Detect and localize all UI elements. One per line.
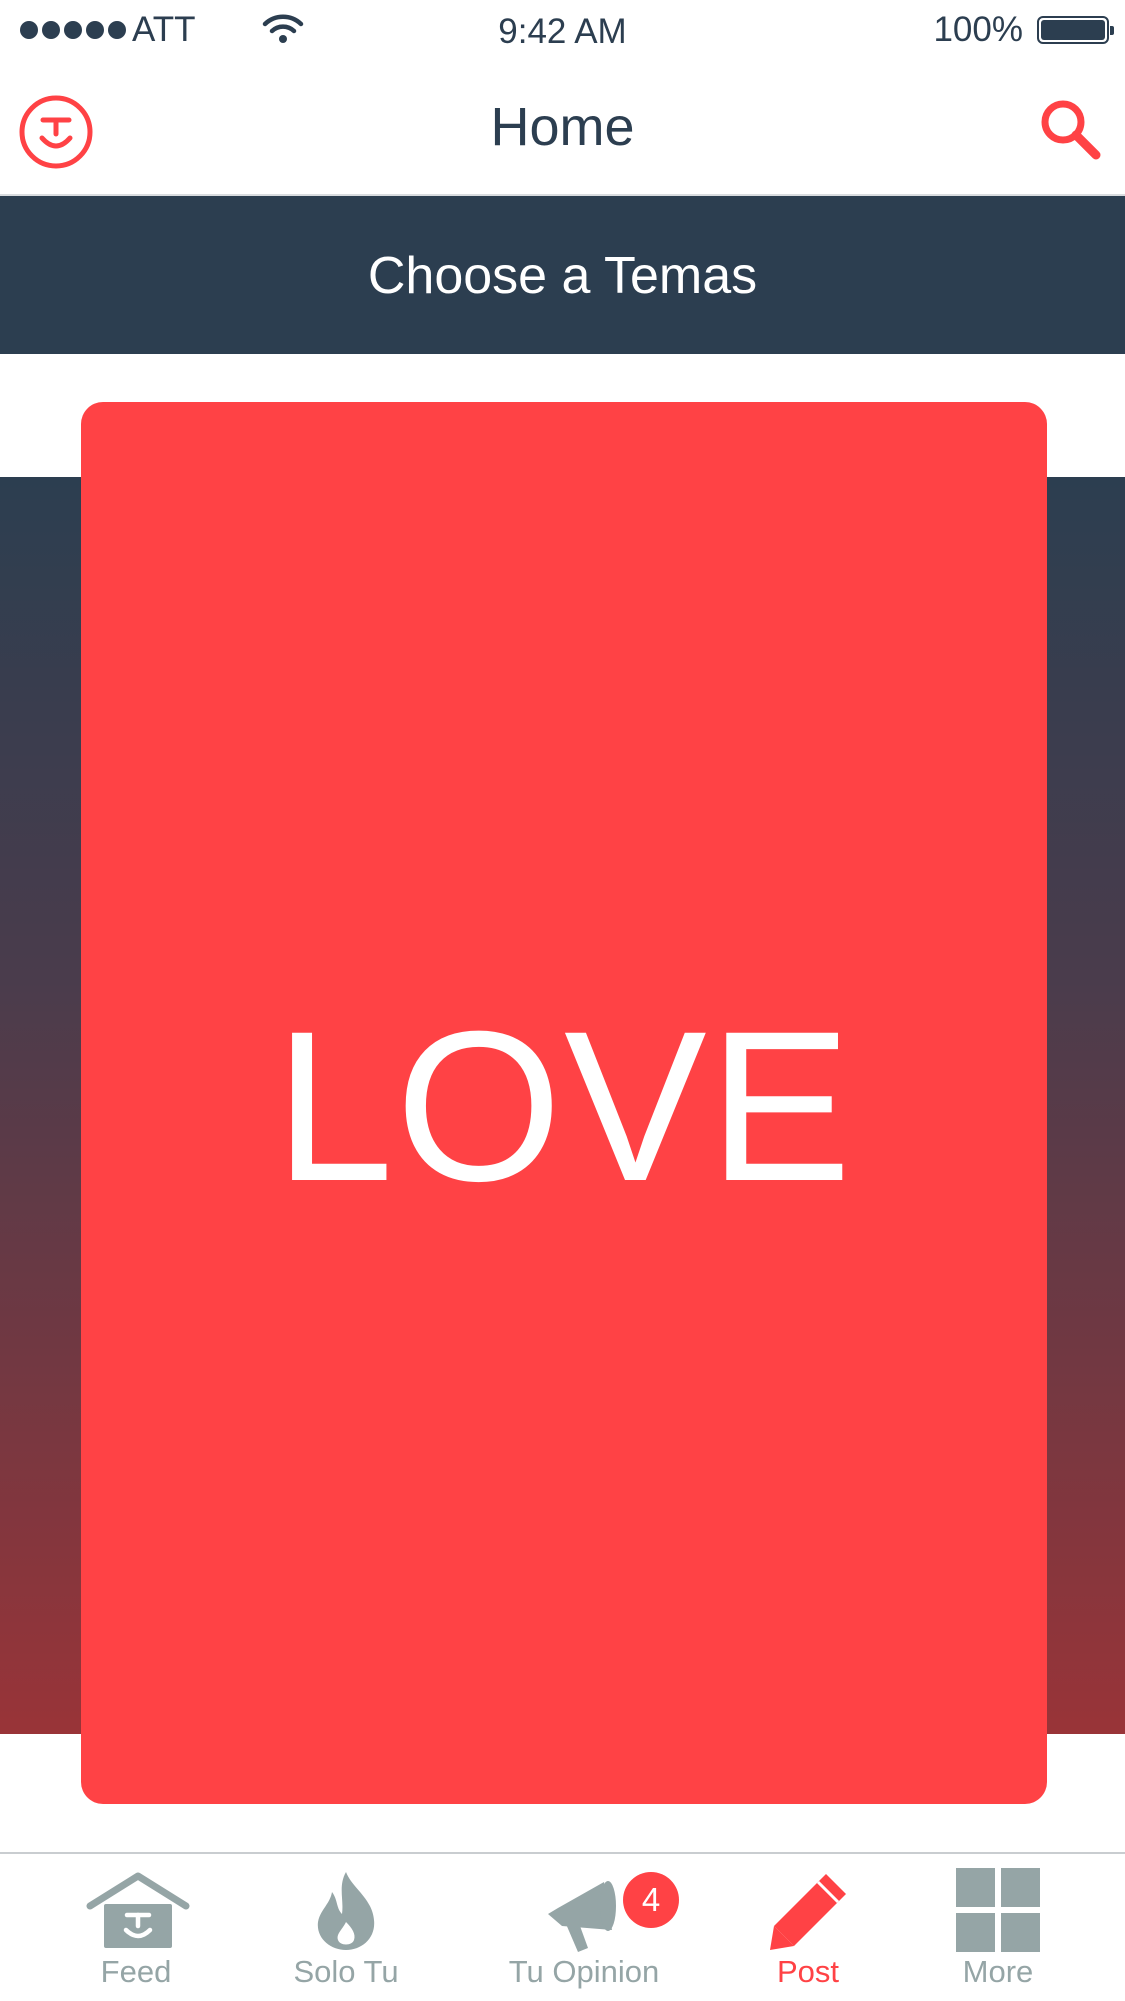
tab-label: Solo Tu	[293, 1954, 399, 1989]
pencil-icon	[770, 1874, 846, 1950]
tab-solo-tu[interactable]: Solo Tu	[268, 1854, 424, 2001]
tab-label: Post	[776, 1954, 840, 1989]
section-title: Choose a Temas	[367, 247, 758, 305]
notification-badge: 4	[623, 1872, 679, 1928]
tab-label: Tu Opinion	[508, 1954, 660, 1989]
flame-icon	[317, 1872, 375, 1950]
grid-icon	[956, 1868, 1040, 1952]
topic-label: LOVE	[274, 987, 854, 1226]
app-screen: ATT 9:42 AM 100% Home Choose a Temas LOV…	[0, 0, 1125, 2001]
tab-more[interactable]: More	[918, 1854, 1078, 2001]
tab-label: Feed	[100, 1954, 172, 1989]
tab-post[interactable]: Post	[728, 1854, 888, 2001]
megaphone-icon	[548, 1881, 616, 1952]
topic-card[interactable]: LOVE	[81, 402, 1047, 1804]
tab-label: More	[962, 1954, 1034, 1989]
status-bar: ATT 9:42 AM 100%	[0, 0, 1125, 62]
battery-icon	[1037, 16, 1114, 44]
section-header: Choose a Temas	[0, 196, 1125, 354]
page-title: Home	[490, 97, 635, 157]
tab-feed[interactable]: Feed	[56, 1854, 216, 2001]
battery-percent: 100%	[933, 10, 1023, 49]
search-icon[interactable]	[1037, 96, 1103, 162]
home-icon	[86, 1872, 190, 1948]
navigation-bar: Home	[0, 62, 1125, 196]
tab-bar: Feed Solo Tu Tu Opinion 4 Post More	[0, 1852, 1125, 2001]
